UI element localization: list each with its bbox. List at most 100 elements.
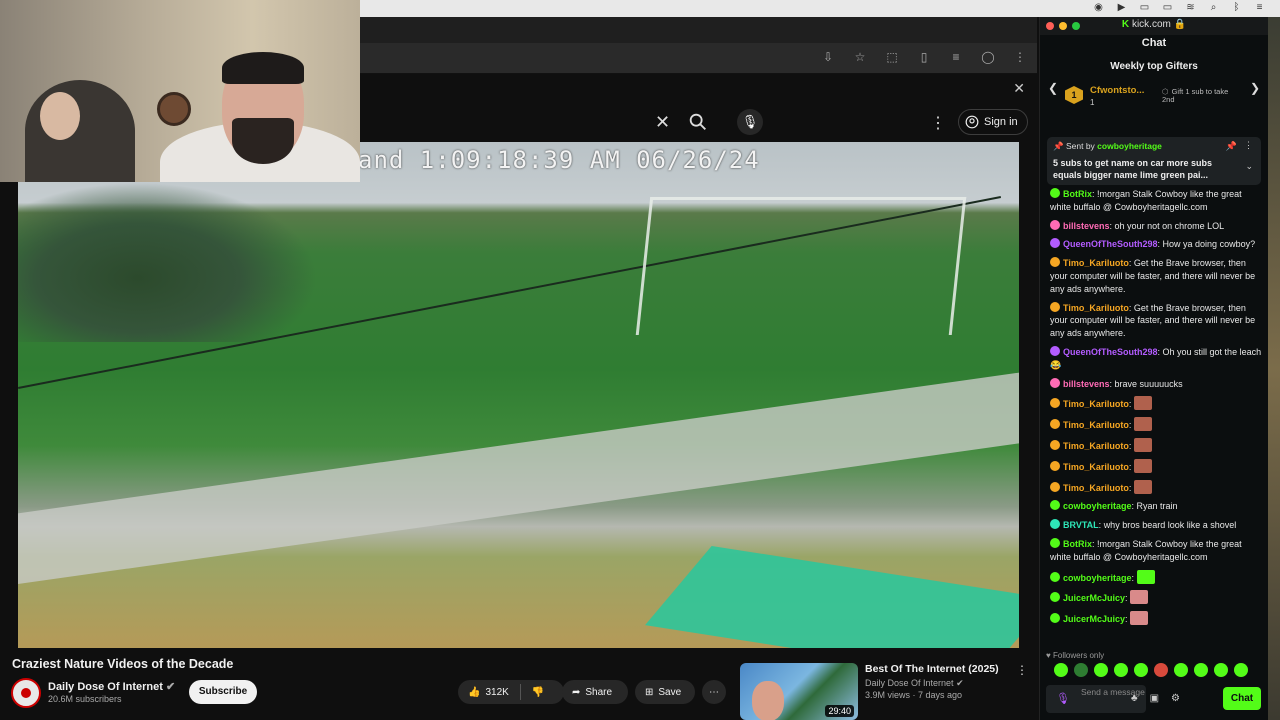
emote-icon[interactable] — [1054, 663, 1068, 677]
channel-name[interactable]: Daily Dose Of Internet ✔ — [48, 680, 175, 693]
bookmark-star-icon[interactable]: ☆ — [853, 50, 867, 64]
chat-username[interactable]: Timo_Kariluoto — [1063, 462, 1129, 472]
chat-message: Timo_Kariluoto: Get the Brave browser, t… — [1050, 257, 1262, 295]
user-badge-icon — [1050, 460, 1060, 471]
display-icon[interactable]: ▭ — [1138, 2, 1151, 13]
chat-message: Timo_Kariluoto: — [1050, 458, 1262, 474]
emote-icon[interactable] — [1074, 663, 1088, 677]
emote-icon — [1133, 417, 1152, 432]
search-icon[interactable] — [687, 111, 709, 133]
chat-username[interactable]: cowboyheritage — [1063, 573, 1132, 583]
recommended-thumbnail[interactable]: 29:40 — [740, 663, 858, 720]
chat-message: JuicerMcJuicy: — [1050, 590, 1262, 605]
heart-icon: ♥ — [1046, 651, 1051, 660]
emote-icon[interactable] — [1114, 663, 1128, 677]
screen-record-icon[interactable]: ◉ — [1092, 2, 1105, 13]
video-soccer-goal — [635, 197, 967, 335]
chat-message: billstevens: oh your not on chrome LOL — [1050, 219, 1262, 233]
control-center-icon[interactable]: ≡ — [1253, 2, 1266, 13]
channel-name-text: Daily Dose Of Internet — [48, 681, 163, 693]
clear-search-icon[interactable]: ✕ — [655, 112, 670, 133]
like-icon[interactable]: 👍 — [468, 687, 480, 698]
extensions-icon[interactable]: ⬚ — [885, 50, 899, 64]
chat-username[interactable]: JuicerMcJuicy — [1063, 593, 1125, 603]
chat-username[interactable]: BotRix — [1063, 189, 1092, 199]
pinned-menu-icon[interactable]: ⋮ — [1244, 140, 1253, 151]
like-count[interactable]: 312K — [485, 687, 508, 698]
gift-take-text[interactable]: Gift 1 sub to take 2nd — [1162, 88, 1242, 104]
sign-in-button[interactable]: Sign in — [958, 109, 1028, 135]
chat-username[interactable]: cowboyheritage — [1063, 501, 1132, 511]
chat-username[interactable]: Timo_Kariluoto — [1063, 399, 1129, 409]
chat-messages: BotRix: !morgan Stalk Cowboy like the gr… — [1050, 188, 1262, 632]
install-icon[interactable]: ⇩ — [821, 50, 835, 64]
video-title: Craziest Nature Videos of the Decade — [12, 657, 234, 671]
subscribe-button[interactable]: Subscribe — [189, 680, 257, 704]
chat-username[interactable]: Timo_Kariluoto — [1063, 441, 1129, 451]
video-trees — [18, 182, 318, 342]
browser-tabstrip — [360, 17, 1037, 43]
video-overlay-timestamp: and 1:09:18:39 AM 06/26/24 — [358, 146, 760, 174]
chat-username[interactable]: Timo_Kariluoto — [1063, 483, 1129, 493]
chat-text: why bros beard look like a shovel — [1103, 520, 1237, 531]
chat-username[interactable]: Timo_Kariluoto — [1063, 303, 1129, 313]
share-button[interactable]: ➦ Share — [562, 680, 628, 704]
battery-icon[interactable]: ▭ — [1161, 2, 1174, 13]
chevron-right-icon[interactable]: ❯ — [1250, 81, 1260, 95]
emote-icon[interactable] — [1194, 663, 1208, 677]
chevron-left-icon[interactable]: ❮ — [1048, 81, 1058, 95]
rank-badge-icon: 1 — [1065, 86, 1083, 104]
recommended-title[interactable]: Best Of The Internet (2025) — [865, 663, 999, 675]
send-chat-button[interactable]: Chat — [1223, 687, 1261, 710]
lock-icon: 🔒 — [1173, 19, 1187, 30]
play-icon[interactable]: ▶ — [1115, 2, 1128, 13]
pin-icon[interactable]: 📌 — [1226, 141, 1237, 152]
chat-username[interactable]: billstevens — [1063, 221, 1110, 231]
chat-username[interactable]: BotRix — [1063, 539, 1092, 549]
profile-icon[interactable]: ◯ — [981, 50, 995, 64]
system-menubar: ◉ ▶ ▭ ▭ ≋ ⌕ ᛒ ≡ — [360, 0, 1280, 17]
chevron-down-icon[interactable]: ⌄ — [1245, 161, 1253, 172]
chat-username[interactable]: JuicerMcJuicy — [1063, 614, 1125, 624]
emote-icon[interactable] — [1234, 663, 1248, 677]
channel-subscribers: 20.6M subscribers — [48, 694, 122, 704]
recommended-channel[interactable]: Daily Dose Of Internet ✔ — [865, 678, 964, 689]
emote-icon[interactable] — [1154, 663, 1168, 677]
sidebar-icon[interactable]: ▯ — [917, 50, 931, 64]
top-gifter-name[interactable]: Cfwontsto... — [1090, 85, 1144, 96]
chat-username[interactable]: QueenOfTheSouth298 — [1063, 239, 1158, 249]
chat-username[interactable]: Timo_Kariluoto — [1063, 258, 1129, 268]
recommended-menu-icon[interactable]: ⋮ — [1016, 663, 1028, 677]
chat-username[interactable]: QueenOfTheSouth298 — [1063, 347, 1158, 357]
chat-username[interactable]: BRVTAL — [1063, 520, 1099, 530]
chat-username[interactable]: billstevens — [1063, 379, 1110, 389]
settings-kebab-icon[interactable]: ⋮ — [930, 113, 946, 133]
emote-icon[interactable] — [1174, 663, 1188, 677]
pinned-user[interactable]: cowboyheritage — [1097, 141, 1162, 151]
emote-picker-icon[interactable]: ♣ — [1131, 693, 1138, 704]
emote-icon[interactable] — [1214, 663, 1228, 677]
wifi-icon[interactable]: ≋ — [1184, 2, 1197, 13]
user-badge-icon — [1050, 519, 1060, 530]
media-icon[interactable]: ≡ — [949, 50, 963, 64]
more-actions-button[interactable]: ⋯ — [702, 680, 726, 704]
voice-search-icon[interactable]: 🎙 — [737, 109, 763, 135]
wall-clock — [157, 92, 191, 126]
recommended-duration: 29:40 — [825, 705, 854, 717]
dislike-icon[interactable]: 👎 — [532, 687, 544, 698]
channel-avatar[interactable] — [11, 678, 41, 708]
close-icon[interactable]: ✕ — [1013, 80, 1025, 97]
menu-icon[interactable]: ⋮ — [1013, 50, 1027, 64]
chat-message: BotRix: !morgan Stalk Cowboy like the gr… — [1050, 188, 1262, 214]
settings-gear-icon[interactable]: ⚙ — [1171, 693, 1180, 704]
browser-toolbar: ⇩ ☆ ⬚ ▯ ≡ ◯ ⋮ — [360, 43, 1037, 74]
chat-username[interactable]: Timo_Kariluoto — [1063, 420, 1129, 430]
emote-icon[interactable] — [1094, 663, 1108, 677]
bluetooth-icon[interactable]: ᛒ — [1230, 2, 1243, 13]
emote-icon[interactable] — [1134, 663, 1148, 677]
video-player[interactable]: and 1:09:18:39 AM 06/26/24 — [18, 142, 1019, 648]
save-button[interactable]: ⊞ Save — [635, 680, 695, 704]
search-icon[interactable]: ⌕ — [1207, 2, 1220, 13]
thumbnail-face — [752, 681, 784, 720]
gift-icon[interactable]: ▣ — [1150, 693, 1159, 704]
